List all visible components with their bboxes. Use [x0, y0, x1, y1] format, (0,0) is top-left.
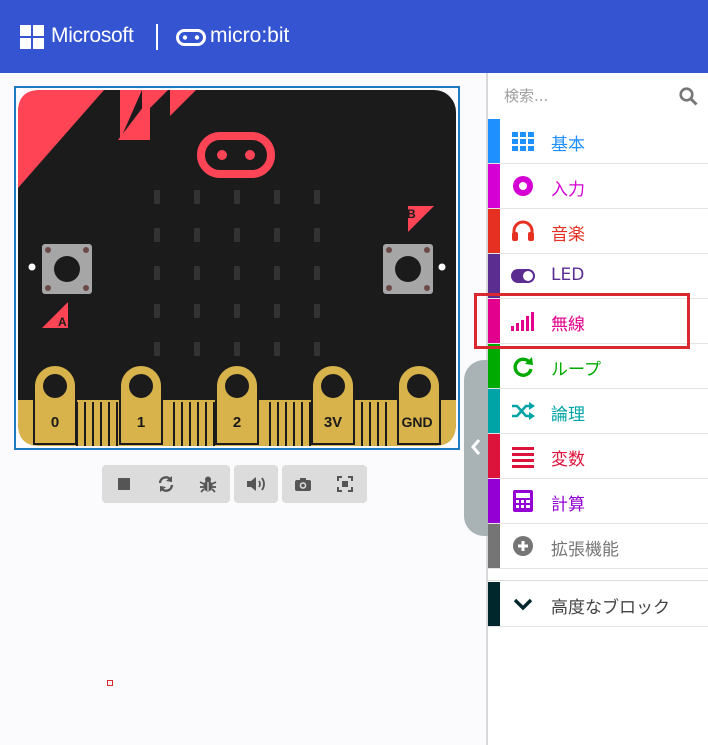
search-input[interactable]: [502, 83, 666, 109]
microbit-logo-icon[interactable]: [176, 29, 206, 46]
mute-icon: [247, 477, 265, 491]
target-icon: [513, 176, 533, 196]
restart-icon: [158, 476, 174, 492]
pin-label-gnd: GND: [401, 414, 432, 430]
microbit-brand[interactable]: micro:bit: [210, 24, 289, 48]
restart-button[interactable]: [146, 465, 186, 503]
category-color-bar: [488, 479, 500, 523]
category-label: 変数: [551, 450, 585, 470]
category-logic[interactable]: 論理: [488, 389, 708, 434]
category-variables[interactable]: 変数: [488, 434, 708, 479]
debug-button[interactable]: [188, 465, 228, 503]
category-color-bar: [488, 164, 500, 208]
category-label: 入力: [551, 180, 585, 200]
category-label: 論理: [551, 405, 585, 425]
category-music[interactable]: 音楽: [488, 209, 708, 254]
toggle-icon: [511, 269, 535, 283]
category-extensions[interactable]: 拡張機能: [488, 524, 708, 569]
category-color-bar: [488, 119, 500, 163]
shuffle-icon: [512, 402, 535, 420]
collapse-simulator-button[interactable]: [464, 360, 490, 536]
category-color-bar: [488, 582, 500, 626]
headphones-icon: [512, 220, 534, 241]
fullscreen-icon: [337, 476, 353, 492]
sim-toolbar-sound: [234, 465, 278, 503]
stop-icon: [118, 478, 130, 490]
category-label: 拡張機能: [551, 540, 619, 560]
category-label: LED: [551, 265, 585, 285]
microsoft-brand[interactable]: Microsoft: [51, 24, 134, 48]
canvas-marker: [107, 680, 113, 686]
pin-label-1: 1: [137, 414, 145, 431]
pin-label-0: 0: [51, 414, 59, 431]
brand-divider: [156, 24, 158, 50]
debug-icon: [199, 476, 217, 493]
category-label: 高度なブロック: [551, 598, 670, 618]
category-color-bar: [488, 524, 500, 568]
grid-icon: [512, 132, 534, 151]
button-a-label: A: [58, 315, 67, 329]
refresh-icon: [513, 357, 533, 377]
search-icon[interactable]: [679, 87, 698, 106]
category-label: 音楽: [551, 225, 585, 245]
microsoft-logo-icon[interactable]: [20, 25, 44, 49]
toolbox-search: [488, 73, 708, 119]
category-color-bar: [488, 434, 500, 478]
button-b: [383, 244, 433, 294]
fullscreen-button[interactable]: [325, 465, 365, 503]
category-math[interactable]: 計算: [488, 479, 708, 524]
button-a: [42, 244, 92, 294]
category-label: 計算: [551, 495, 585, 515]
sim-toolbar-main: [102, 465, 230, 503]
category-color-bar: [488, 344, 500, 388]
screenshot-icon: [295, 477, 311, 491]
list-icon: [512, 447, 534, 468]
button-b-label: B: [407, 207, 416, 221]
screenshot-button[interactable]: [283, 465, 323, 503]
advanced-separator: [488, 572, 708, 581]
plus-circle-icon: [513, 536, 533, 556]
header-bar: Microsoft micro:bit: [0, 0, 708, 73]
category-color-bar: [488, 389, 500, 433]
chevron-down-icon: [513, 598, 533, 611]
category-advanced[interactable]: 高度なブロック: [488, 582, 708, 627]
sim-toolbar-capture: [282, 465, 367, 503]
pin-label-2: 2: [233, 414, 241, 431]
category-loops[interactable]: ループ: [488, 344, 708, 389]
pin-label-3v: 3V: [324, 414, 342, 431]
category-basic[interactable]: 基本: [488, 119, 708, 164]
chevron-left-icon: [471, 439, 481, 455]
category-input[interactable]: 入力: [488, 164, 708, 209]
mute-button[interactable]: [236, 465, 276, 503]
highlight-box: [474, 293, 690, 349]
category-color-bar: [488, 209, 500, 253]
calculator-icon: [513, 490, 533, 512]
category-color-bar: [488, 254, 500, 298]
category-label: 基本: [551, 135, 585, 155]
microbit-board[interactable]: A B 0 1 2 3V GND: [18, 90, 456, 446]
category-label: ループ: [551, 360, 601, 380]
stop-button[interactable]: [104, 465, 144, 503]
